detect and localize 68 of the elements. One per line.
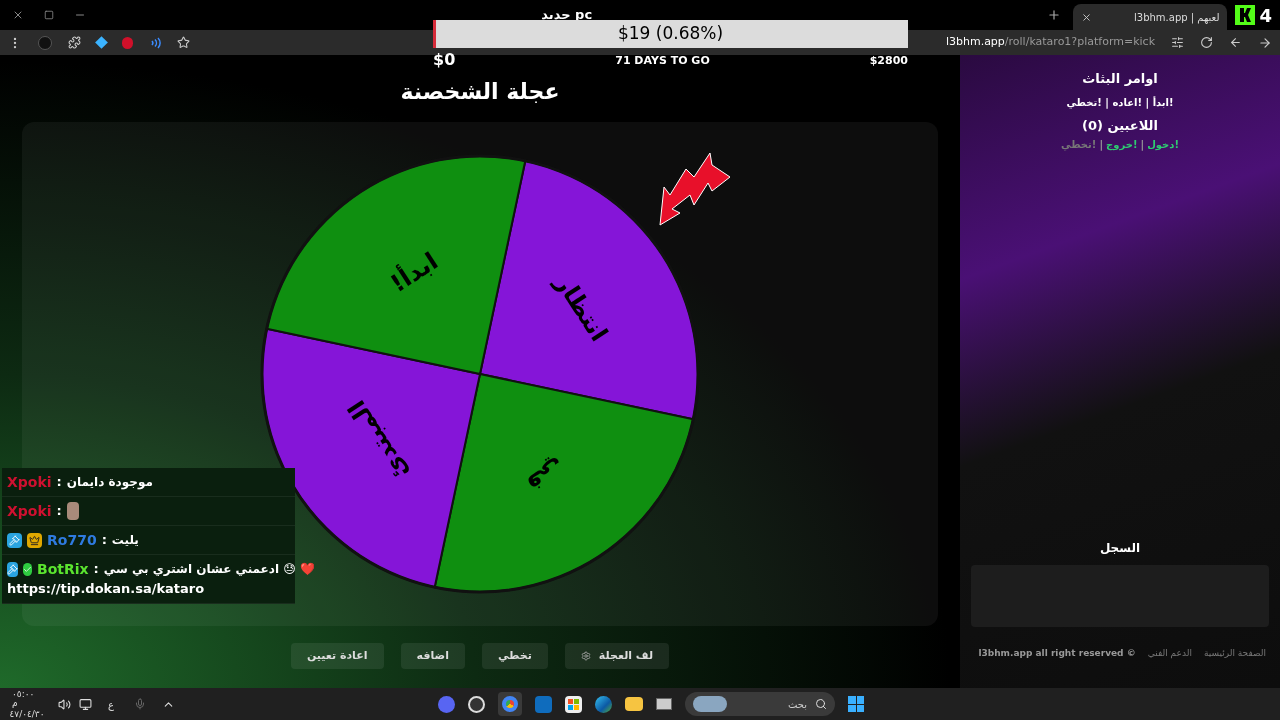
command-separator: | (1140, 138, 1145, 152)
close-icon[interactable] (12, 9, 24, 21)
log-title: السجل (1099, 539, 1141, 557)
bookmark-star-icon[interactable] (177, 36, 190, 49)
chat-separator: : (93, 560, 99, 579)
chat-message: يليت (111, 532, 139, 549)
copyright-text: l3bhm.app all right reserved © (978, 646, 1136, 660)
k-logo-icon (1235, 5, 1256, 25)
reload-icon[interactable] (1200, 36, 1213, 49)
address-field[interactable]: l3bhm.app/roll/kataro1?platform=kick (945, 34, 1155, 51)
clock-time: ٠٥:٠٠ م (12, 689, 36, 708)
wheel-segment: !ابدأ (265, 155, 527, 375)
back-icon[interactable] (1229, 36, 1242, 49)
windows-start-icon[interactable] (848, 696, 864, 712)
search-field[interactable]: بحث (685, 692, 835, 716)
restore-icon[interactable] (44, 10, 54, 20)
footer-link[interactable]: الصفحة الرئيسية (1203, 646, 1266, 660)
goal-target: $2800 (869, 53, 908, 69)
browser-tab[interactable]: l3bhm.app | لعبهم (1073, 4, 1228, 30)
action-button[interactable]: اعادة تعيين (290, 643, 384, 669)
commands-list: !ابدأ | !اعاده | !تخطي (1066, 94, 1174, 110)
close-tab-icon[interactable] (1081, 11, 1093, 23)
clock-date: ٤٧/٠٤/٣٠ (9, 709, 45, 719)
new-tab-icon[interactable] (1047, 8, 1062, 22)
chat-message: موجودة دايمان (66, 474, 153, 491)
task-view-icon[interactable] (656, 698, 672, 710)
chat-separator: : (56, 473, 62, 492)
verified-badge-icon (23, 562, 32, 576)
moderator-badge-icon (7, 532, 22, 548)
language-indicator[interactable]: ع (108, 696, 114, 712)
chat-username: BotRix (37, 559, 89, 579)
goal-days-left: 71 DAYS TO GO (615, 53, 710, 69)
commands-title: اوامر البثاث (1082, 70, 1158, 88)
goal-amount: $19 (0.68%) (617, 22, 724, 46)
goal-start: $0 (433, 50, 456, 70)
speaker-icon[interactable] (58, 697, 71, 711)
gear-icon (580, 651, 591, 661)
store-app-icon[interactable] (565, 695, 582, 713)
tab-count: 4 (1259, 3, 1272, 28)
wheel-title: عجلة الشخصنة (400, 78, 560, 106)
chat-username: Xpoki (7, 501, 52, 521)
chat-separator: : (101, 531, 107, 550)
monitor-icon[interactable] (79, 697, 92, 711)
action-button[interactable]: اضافه (400, 643, 465, 669)
emote-image (66, 502, 79, 520)
footer-link[interactable]: الدعم الفني (1147, 646, 1192, 660)
action-button[interactable]: تخطي (481, 643, 548, 669)
wheel-segment: في (433, 373, 695, 593)
chat-separator: : (56, 502, 62, 521)
search-icon (815, 698, 827, 710)
player-command: !تخطي (1061, 138, 1097, 152)
players-title: اللاعبين (0) (1082, 116, 1158, 135)
moderator-badge-icon (7, 561, 18, 577)
player-command: !خروج (1106, 138, 1138, 152)
command-separator: | (1099, 138, 1104, 152)
extensions-icon[interactable] (68, 36, 81, 49)
player-command: !دخول (1147, 138, 1179, 152)
chat-username: Xpoki (7, 472, 52, 492)
signal-extension-icon[interactable] (149, 36, 161, 49)
spin-wheel-button[interactable]: لف العجلة (564, 643, 670, 669)
forward-icon[interactable] (1258, 35, 1272, 50)
crown-badge-icon (27, 532, 42, 548)
browser-app-icon[interactable] (498, 692, 522, 716)
microphone-icon[interactable] (133, 698, 146, 710)
search-banner-image (693, 696, 727, 712)
site-settings-icon[interactable] (1171, 36, 1184, 49)
gem-extension-icon[interactable] (95, 36, 108, 49)
chat-username: Ro770 (47, 530, 97, 550)
